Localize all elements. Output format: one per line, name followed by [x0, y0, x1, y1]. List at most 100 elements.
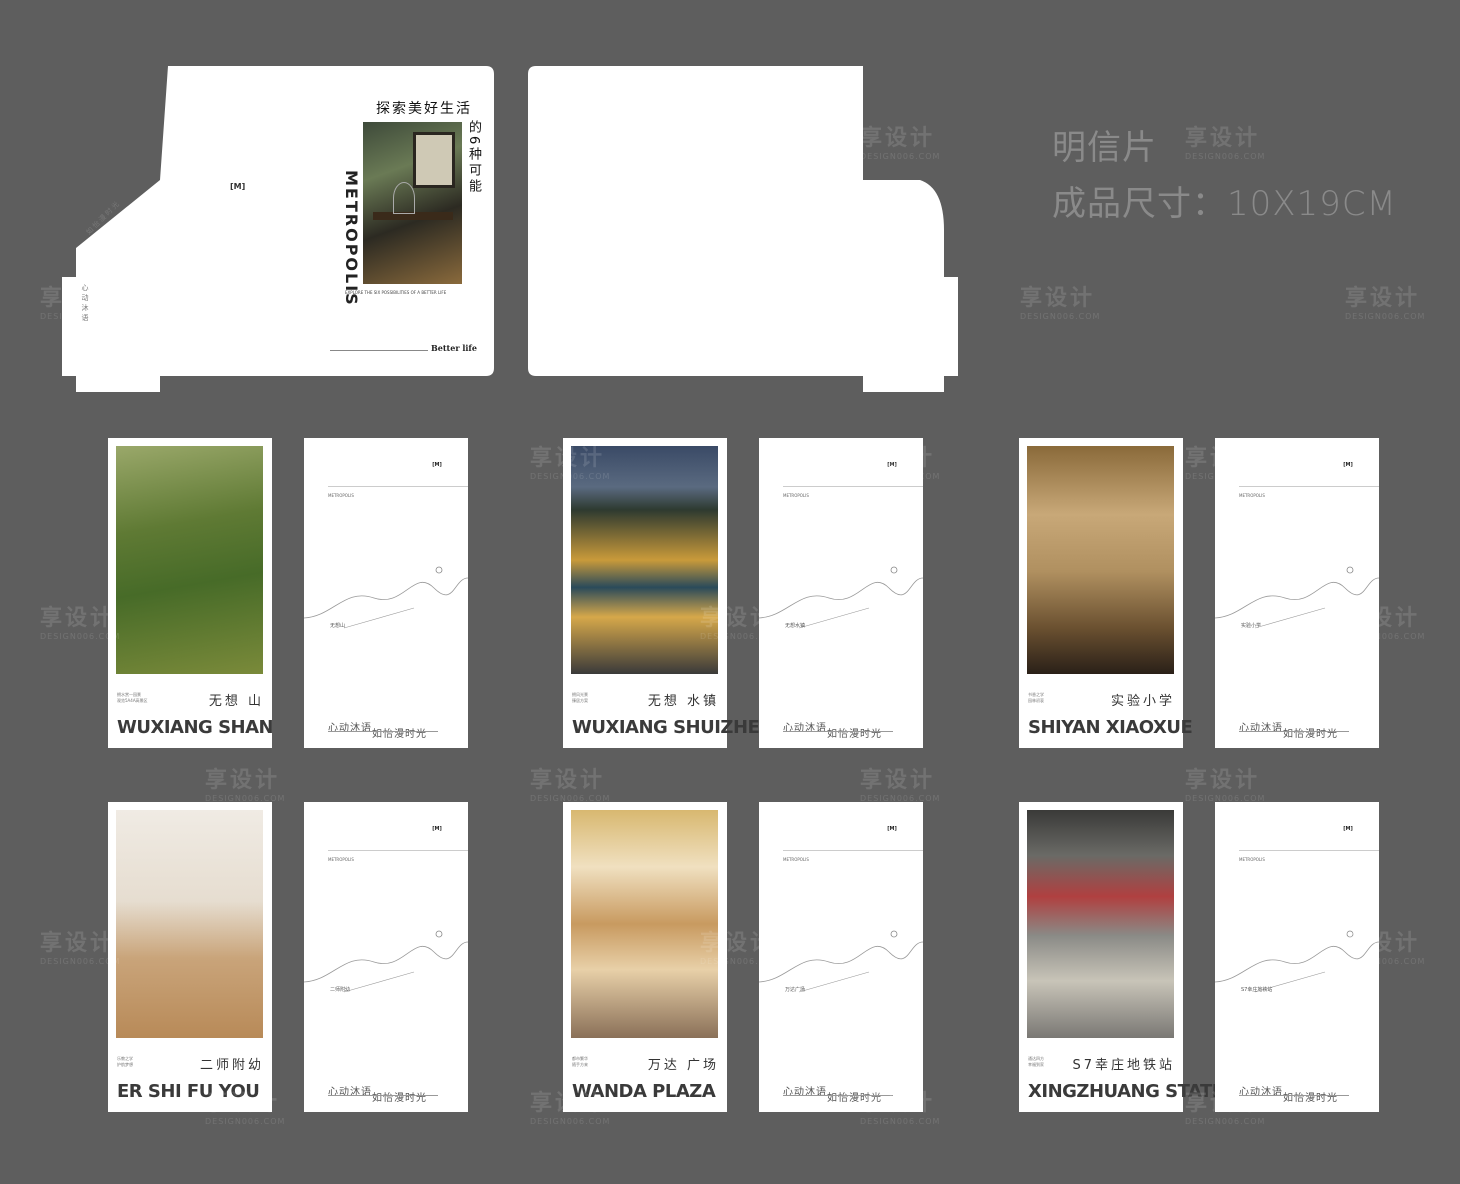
route-map [1215, 566, 1379, 629]
cover-brand: METROPOLIS [342, 170, 361, 307]
watermark-sub: DESIGN006.COM [860, 1117, 941, 1126]
watermark-text: 享设计 [205, 768, 281, 793]
back-logo: [M] [1343, 462, 1353, 468]
back-rule [783, 486, 923, 487]
back-rule [1239, 850, 1379, 851]
back-metro: METROPOLIS [1239, 493, 1265, 498]
watermark-sub: DESIGN006.COM [1185, 1117, 1266, 1126]
postcard-tiny-text: 通达四方 幸福到家 [1028, 1056, 1044, 1067]
back-slogan-2: 如怡漫时光 [1283, 1093, 1338, 1104]
back-logo: [M] [887, 462, 897, 468]
back-logo: [M] [1343, 826, 1353, 832]
flap-text-2: 心动沐语 [81, 284, 89, 324]
postcard-front: 拥风光景 臻居方案 无想 水镇 WUXIANG SHUIZHEN [563, 438, 774, 748]
postcard-tiny-text: 书香之学 园林初衷 [1028, 692, 1044, 703]
postcard-en-title: WUXIANG SHUIZHEN [572, 717, 774, 738]
location-pin-icon [890, 566, 898, 574]
postcard-front: 书香之学 园林初衷 实验小学 SHIYAN XIAOXUE [1019, 438, 1193, 748]
watermark-text: 享设计 [40, 931, 116, 956]
route-label: 无想山 [330, 623, 346, 629]
postcard-tiny-text: 都市繁华 随手方来 [572, 1056, 588, 1067]
postcard-cn-title: 实验小学 [1110, 694, 1175, 709]
postcard-en-title: ER SHI FU YOU [117, 1081, 260, 1102]
back-logo: [M] [432, 826, 442, 832]
route-map [304, 566, 468, 629]
back-slogan-2: 如怡漫时光 [827, 729, 882, 740]
watermark: 享设计DESIGN006.COM [1185, 762, 1265, 803]
postcard-en-title: WUXIANG SHAN [117, 717, 274, 738]
back-slogan-2: 如怡漫时光 [827, 1093, 882, 1104]
back-slogan-2: 如怡漫时光 [372, 729, 427, 740]
location-pin-icon [890, 930, 898, 938]
back-logo: [M] [887, 826, 897, 832]
spec-line-2: 成品尺寸：10X19CM [1052, 184, 1397, 224]
cover-rule [330, 350, 428, 351]
location-pin-icon [1346, 930, 1354, 938]
watermark: 享设计DESIGN006.COM [205, 762, 285, 803]
watermark-text: 享设计 [860, 768, 936, 793]
back-slogan-2: 如怡漫时光 [1283, 729, 1338, 740]
back-rule [783, 850, 923, 851]
slogan-rule [783, 1095, 893, 1096]
cover-photo [363, 122, 462, 284]
route-label: 实验小学 [1241, 623, 1262, 629]
postcard-photo [571, 446, 718, 674]
postcard-photo [1027, 810, 1174, 1038]
cover-logo: [M] [230, 182, 246, 191]
route-map [759, 566, 923, 629]
route-label: 二师附幼 [330, 987, 351, 993]
back-metro: METROPOLIS [1239, 857, 1265, 862]
back-metro: METROPOLIS [783, 493, 809, 498]
cover-better-life: Better life [431, 343, 477, 353]
slogan-rule [1239, 1095, 1349, 1096]
back-logo: [M] [432, 462, 442, 468]
postcard-photo [1027, 446, 1174, 674]
postcard-cn-title: 万达 广场 [647, 1058, 719, 1073]
watermark: 享设计DESIGN006.COM [530, 762, 610, 803]
location-pin-icon [435, 930, 443, 938]
slogan-rule [783, 731, 893, 732]
postcard-photo [571, 810, 718, 1038]
postcard-tiny-text: 乐教之学 护航梦想 [117, 1056, 133, 1067]
postcard-back: [M] METROPOLIS 无想山 心动沐语 如怡漫时光 [304, 438, 468, 748]
cover-headline-2: 的6种可能 [466, 120, 481, 196]
route-label: 无想水镇 [785, 623, 806, 629]
watermark-text: 享设计 [530, 768, 606, 793]
postcard-back: [M] METROPOLIS 万达广场 心动沐语 如怡漫时光 [759, 802, 923, 1112]
back-metro: METROPOLIS [328, 493, 354, 498]
slogan-rule [328, 1095, 438, 1096]
route-map [1215, 930, 1379, 993]
postcard-tiny-text: 拥风光景 臻居方案 [572, 692, 588, 703]
route-label: 万达广场 [785, 987, 806, 993]
back-metro: METROPOLIS [328, 857, 354, 862]
postcard-front: 通达四方 幸福到家 S7幸庄地铁站 XINGZHUANG STATION [1019, 802, 1248, 1112]
postcard-en-title: SHIYAN XIAOXUE [1028, 717, 1193, 738]
route-map [759, 930, 923, 993]
postcard-cn-title: 无想 水镇 [647, 694, 719, 709]
route-label: S7幸庄地铁站 [1241, 987, 1273, 993]
postcard-en-title: WANDA PLAZA [572, 1081, 716, 1102]
watermark-text: 享设计 [40, 606, 116, 631]
postcard-front: 都市繁华 随手方来 万达 广场 WANDA PLAZA [563, 802, 727, 1112]
watermark-text: 享设计 [1185, 768, 1261, 793]
postcard-back: [M] METROPOLIS 实验小学 心动沐语 如怡漫时光 [1215, 438, 1379, 748]
postcard-tiny-text: 拥水赏一园景 观览5A4A高景区 [117, 692, 148, 703]
spec-line-1: 明信片 [1052, 128, 1157, 168]
postcard-back: [M] METROPOLIS S7幸庄地铁站 心动沐语 如怡漫时光 [1215, 802, 1379, 1112]
slogan-rule [1239, 731, 1349, 732]
watermark-sub: DESIGN006.COM [530, 1117, 611, 1126]
postcard-front: 乐教之学 护航梦想 二师附幼 ER SHI FU YOU [108, 802, 272, 1112]
back-metro: METROPOLIS [783, 857, 809, 862]
postcard-back: [M] METROPOLIS 无想水镇 心动沐语 如怡漫时光 [759, 438, 923, 748]
postcard-cn-title: 无想 山 [208, 694, 264, 709]
postcard-photo [116, 810, 263, 1038]
back-rule [1239, 486, 1379, 487]
postcard-photo [116, 446, 263, 674]
back-rule [328, 486, 468, 487]
slogan-rule [328, 731, 438, 732]
postcard-cn-title: 二师附幼 [199, 1058, 264, 1073]
postcard-cn-title: S7幸庄地铁站 [1072, 1058, 1175, 1073]
watermark: 享设计DESIGN006.COM [860, 762, 940, 803]
watermark-sub: DESIGN006.COM [205, 1117, 286, 1126]
location-pin-icon [435, 566, 443, 574]
